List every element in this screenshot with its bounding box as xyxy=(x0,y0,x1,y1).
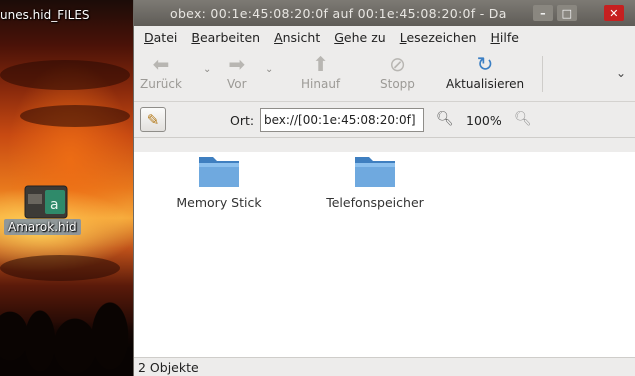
file-view[interactable]: Memory Stick Telefonspeicher xyxy=(134,152,635,357)
location-label: Ort: xyxy=(230,113,255,128)
window-title: obex: 00:1e:45:08:20:0f auf 00:1e:45:08:… xyxy=(170,5,507,21)
zoom-in-icon[interactable]: 🔍︎ xyxy=(514,111,532,127)
close-button[interactable]: ✕ xyxy=(604,5,624,21)
toolbar: ⬅ Zurück ⌄ ➡ Vor ⌄ ⬆ Hinauf ⊘ Stopp ↻ Ak… xyxy=(134,48,635,102)
menu-bar: Datei Bearbeiten Ansicht Gehe zu Lesezei… xyxy=(134,26,635,48)
toggle-location-edit-button[interactable]: ✎ xyxy=(140,107,166,132)
stop-icon: ⊘ xyxy=(389,52,406,76)
pencil-icon: ✎ xyxy=(146,110,160,129)
menu-bookmarks[interactable]: Lesezeichen xyxy=(400,30,477,45)
menu-view[interactable]: Ansicht xyxy=(274,30,320,45)
amarok-file-label[interactable]: Amarok.hid xyxy=(4,219,81,235)
minimize-button[interactable]: – xyxy=(533,5,553,21)
back-history-chevron-icon[interactable]: ⌄ xyxy=(203,64,211,75)
status-text: 2 Objekte xyxy=(138,360,199,375)
zoom-level[interactable]: 100% xyxy=(466,113,502,128)
file-manager-window: obex: 00:1e:45:08:20:0f auf 00:1e:45:08:… xyxy=(133,0,635,376)
location-bar: ✎ Ort: 🔍︎ 100% 🔍︎ xyxy=(134,102,635,138)
arrow-left-icon: ⬅ xyxy=(152,52,170,76)
desktop-file-label[interactable]: unes.hid_FILES xyxy=(0,8,90,22)
up-button[interactable]: ⬆ Hinauf xyxy=(301,51,340,91)
menu-go[interactable]: Gehe zu xyxy=(334,30,385,45)
maximize-button[interactable]: □ xyxy=(557,5,577,21)
folder-telefonspeicher[interactable]: Telefonspeicher xyxy=(315,147,435,210)
folder-name: Memory Stick xyxy=(176,195,262,210)
menu-help[interactable]: Hilfe xyxy=(490,30,518,45)
folder-name: Telefonspeicher xyxy=(326,195,424,210)
cloud-shape xyxy=(0,60,130,90)
back-button[interactable]: ⬅ Zurück xyxy=(140,51,182,91)
amarok-file-icon[interactable]: a xyxy=(23,182,69,220)
title-bar[interactable]: obex: 00:1e:45:08:20:0f auf 00:1e:45:08:… xyxy=(134,0,635,26)
location-input[interactable] xyxy=(260,108,424,132)
status-bar: 2 Objekte xyxy=(134,357,635,376)
folder-icon xyxy=(355,157,395,187)
cloud-shape xyxy=(0,255,120,281)
svg-text:a: a xyxy=(50,197,59,213)
menu-file[interactable]: Datei xyxy=(144,30,177,45)
reload-icon: ↻ xyxy=(476,52,494,76)
forward-button[interactable]: ➡ Vor xyxy=(227,51,247,91)
zoom-out-icon[interactable]: 🔍︎ xyxy=(436,111,454,127)
cloud-shape xyxy=(20,105,130,127)
arrow-right-icon: ➡ xyxy=(228,52,246,76)
toolbar-separator xyxy=(542,56,543,92)
toolbar-overflow-chevron-icon[interactable]: ⌄ xyxy=(616,66,626,80)
reload-button[interactable]: ↻ Aktualisieren xyxy=(446,51,524,91)
forward-history-chevron-icon[interactable]: ⌄ xyxy=(265,64,273,75)
stop-button[interactable]: ⊘ Stopp xyxy=(380,51,415,91)
arrow-up-icon: ⬆ xyxy=(312,52,329,76)
treeline xyxy=(0,286,140,376)
menu-edit[interactable]: Bearbeiten xyxy=(191,30,260,45)
folder-memory-stick[interactable]: Memory Stick xyxy=(159,147,279,210)
folder-icon xyxy=(199,157,239,187)
